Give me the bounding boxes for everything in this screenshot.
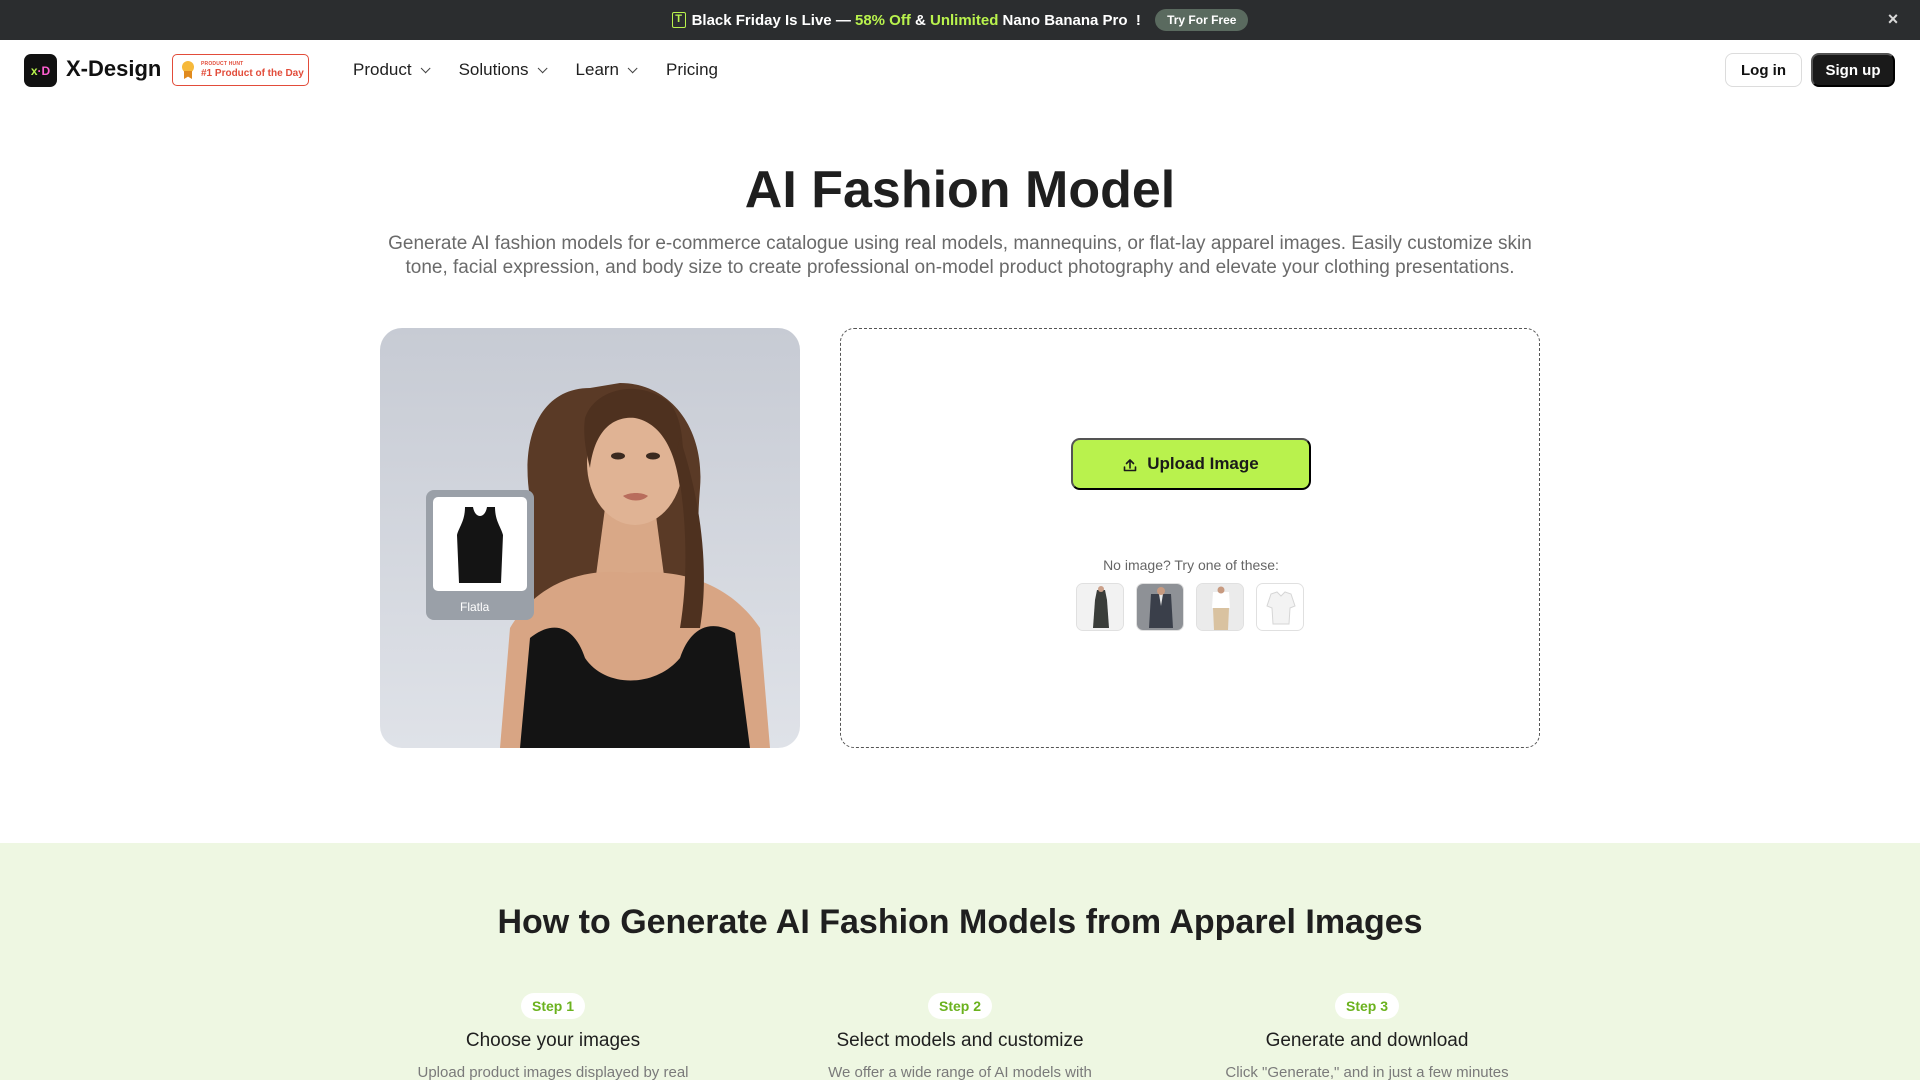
- upload-icon: [1123, 457, 1137, 472]
- step-description: Click "Generate," and in just a few minu…: [1225, 1064, 1509, 1081]
- menu-item-label: Learn: [575, 60, 620, 79]
- menu-item-label: Product: [353, 60, 412, 79]
- badge-title: #1 Product of the Day: [201, 67, 304, 79]
- chevron-down-icon: [627, 62, 638, 73]
- step-badge: Step 1: [520, 993, 585, 1019]
- step-3: Step 3 Generate and download Click "Gene…: [1167, 993, 1567, 1081]
- step-title: Select models and customize: [836, 1030, 1084, 1051]
- step-title: Generate and download: [1265, 1030, 1469, 1051]
- step-1: Step 1 Choose your images Upload product…: [353, 993, 753, 1081]
- flatlay-label: Flatla: [460, 600, 490, 614]
- promo-text-2: &: [910, 11, 931, 29]
- medal-icon: [181, 61, 195, 79]
- how-to-section: How to Generate AI Fashion Models from A…: [0, 843, 1920, 1081]
- step-badge: Step 2: [927, 993, 992, 1019]
- promo-unlimited: Unlimited: [930, 11, 999, 29]
- menu-item-label: Pricing: [666, 60, 718, 79]
- menu-item-product[interactable]: Product: [353, 60, 431, 80]
- top-navigation: x·D X-Design PRODUCT HUNT #1 Product of …: [0, 40, 1920, 100]
- badge-caption: PRODUCT HUNT: [201, 60, 244, 67]
- sample-white-shirt[interactable]: [1256, 583, 1304, 631]
- tank-top-thumbnail: [433, 497, 527, 591]
- try-for-free-button[interactable]: Try For Free: [1155, 9, 1249, 31]
- close-icon[interactable]: ×: [1884, 10, 1902, 28]
- sample-suit[interactable]: [1136, 583, 1184, 631]
- how-to-title: How to Generate AI Fashion Models from A…: [497, 903, 1423, 941]
- step-description: Upload product images displayed by real: [417, 1064, 689, 1081]
- promo-text-3: Nano Banana Pro !: [998, 11, 1146, 29]
- step-badge: Step 3: [1334, 993, 1399, 1019]
- promo-discount: 58% Off: [854, 11, 911, 29]
- login-button[interactable]: Log in: [1725, 53, 1802, 87]
- page-title: AI Fashion Model: [744, 161, 1176, 219]
- step-2: Step 2 Select models and customize We of…: [760, 993, 1160, 1081]
- t-logo-icon: T: [671, 12, 686, 28]
- brand-name[interactable]: X-Design: [66, 56, 161, 82]
- chevron-down-icon: [537, 62, 548, 73]
- promo-banner: T Black Friday Is Live — 58% Off & Unlim…: [0, 0, 1920, 40]
- try-samples-text: No image? Try one of these:: [1103, 557, 1279, 573]
- menu-item-label: Solutions: [458, 60, 529, 79]
- upload-button-label: Upload Image: [1147, 454, 1259, 473]
- step-description: We offer a wide range of AI models with: [828, 1064, 1092, 1081]
- sample-images: [1076, 583, 1304, 631]
- menu-item-solutions[interactable]: Solutions: [458, 60, 548, 80]
- menu-item-pricing[interactable]: Pricing: [666, 60, 718, 80]
- menu-item-learn[interactable]: Learn: [575, 60, 638, 80]
- promo-text-1: Black Friday Is Live —: [691, 11, 855, 29]
- flatlay-thumbnail-card: Flatla: [426, 490, 534, 620]
- example-preview-image: Flatla: [380, 328, 800, 748]
- chevron-down-icon: [420, 62, 431, 73]
- upload-image-button[interactable]: Upload Image: [1071, 438, 1311, 490]
- signup-button[interactable]: Sign up: [1811, 53, 1895, 87]
- sample-dark-dress[interactable]: [1076, 583, 1124, 631]
- logo-icon[interactable]: x·D: [24, 54, 57, 87]
- upload-dropzone[interactable]: Upload Image No image? Try one of these:: [840, 328, 1540, 748]
- sample-white-top-beige-pants[interactable]: [1196, 583, 1244, 631]
- page-description: Generate AI fashion models for e-commerc…: [388, 233, 1532, 278]
- main-menu: Product Solutions Learn Pricing: [353, 60, 750, 80]
- product-hunt-badge[interactable]: PRODUCT HUNT #1 Product of the Day: [172, 54, 309, 86]
- step-title: Choose your images: [465, 1030, 641, 1051]
